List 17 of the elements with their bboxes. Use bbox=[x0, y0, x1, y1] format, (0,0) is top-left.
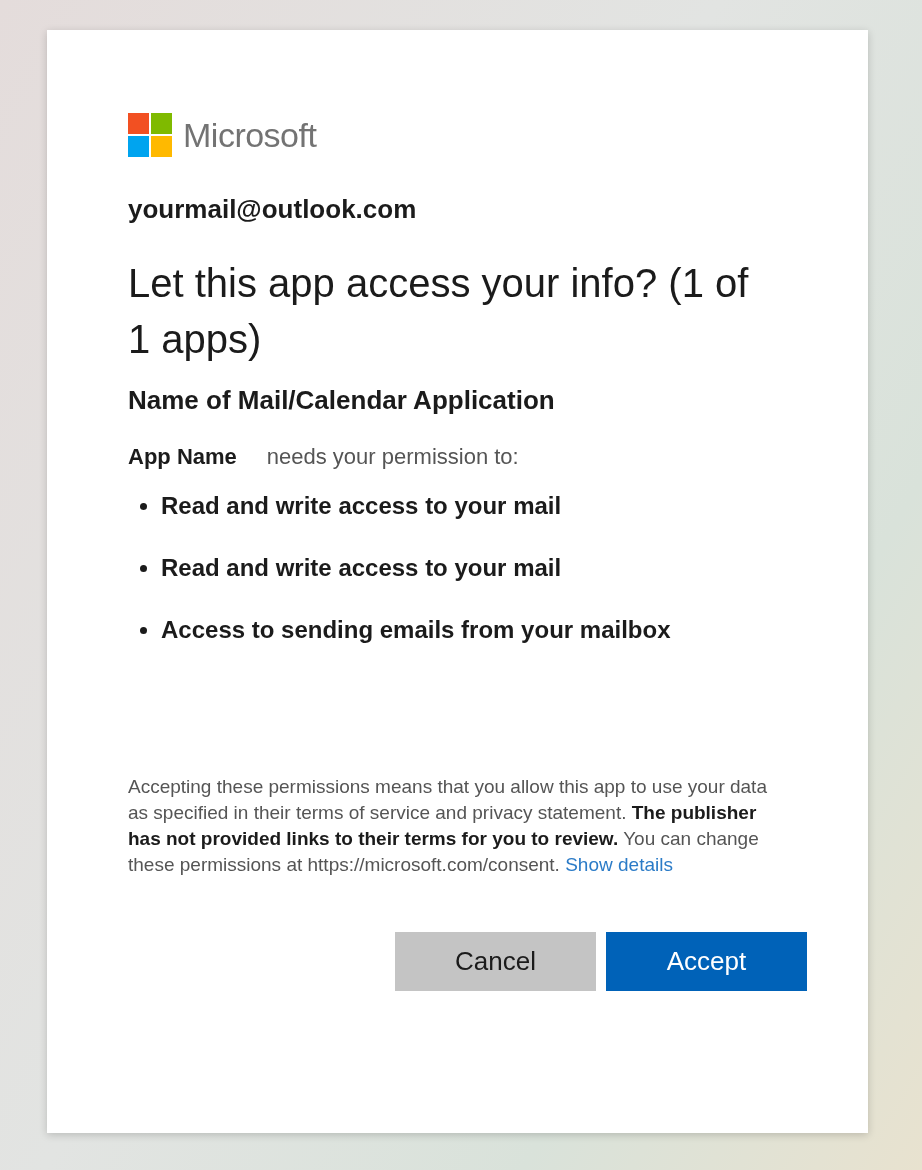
permission-item: Access to sending emails from your mailbox bbox=[161, 616, 671, 644]
accept-button[interactable]: Accept bbox=[606, 932, 807, 991]
logo-icon bbox=[128, 113, 173, 158]
permission-item: Read and write access to your mail bbox=[161, 554, 562, 582]
bullet-icon bbox=[140, 626, 147, 634]
bullet-icon bbox=[140, 502, 147, 510]
permission-item: Read and write access to your mail bbox=[161, 492, 562, 520]
permission-intro: needs your permission to: bbox=[266, 444, 519, 470]
bullet-icon bbox=[140, 564, 147, 572]
account-email: yourmail@outlook.com bbox=[128, 194, 418, 225]
brand-name: Microsoft bbox=[183, 116, 317, 155]
app-name: App Name bbox=[128, 444, 237, 470]
dialog-heading: Let this app access your info? (1 of 1 apps) bbox=[128, 260, 750, 363]
app-title: Name of Mail/Calendar Application bbox=[128, 385, 556, 416]
cancel-button[interactable]: Cancel bbox=[395, 932, 596, 991]
show-details-link[interactable]: Show details bbox=[565, 854, 673, 875]
consent-notice: Accepting these permissions means that you allow this app to use your data as specified in their terms of service and privacy statement. The publisher has not provided links to their terms for you to review. You can change these permissions at https://microsoft.com/consent. Show details bbox=[128, 775, 768, 877]
